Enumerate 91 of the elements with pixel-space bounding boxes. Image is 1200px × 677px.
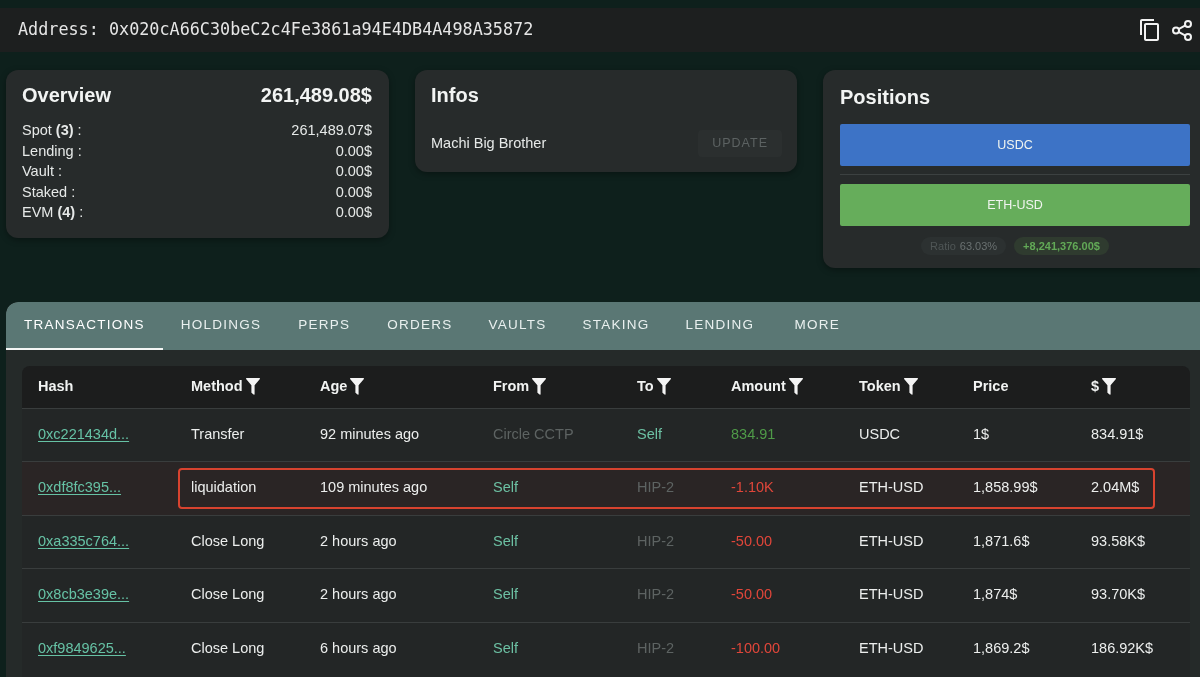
cell-text: 2 hours ago bbox=[320, 532, 397, 549]
amount-text: -1.10K bbox=[731, 479, 774, 496]
overview-title: Overview bbox=[22, 83, 111, 108]
cell-text: 93.58K$ bbox=[1091, 532, 1146, 549]
tab[interactable]: ORDERS bbox=[369, 302, 471, 350]
cell-text: ETH-USD bbox=[859, 479, 924, 496]
cell-text: USDC bbox=[859, 425, 901, 442]
pnl-chip: +8,241,376.00$ bbox=[1014, 237, 1109, 255]
share-icon[interactable] bbox=[1172, 19, 1192, 41]
tab[interactable]: HOLDINGS bbox=[162, 302, 280, 350]
address-text: HIP-2 bbox=[637, 532, 675, 549]
cell-text: 2.04M$ bbox=[1091, 479, 1140, 496]
address-text: Self bbox=[493, 586, 518, 603]
column-header: Token bbox=[859, 376, 901, 396]
cell-text: 1,858.99$ bbox=[973, 479, 1038, 496]
ratio-value: 63.03% bbox=[959, 239, 998, 253]
filter-icon[interactable] bbox=[532, 378, 547, 396]
infos-title: Infos bbox=[431, 83, 480, 108]
cell-text: 1,869.2$ bbox=[973, 640, 1030, 657]
tab[interactable]: PERPS bbox=[279, 302, 370, 350]
cell-text: Close Long bbox=[191, 640, 265, 657]
column-header: Age bbox=[320, 376, 348, 396]
cell-text: 109 minutes ago bbox=[320, 479, 428, 496]
amount-text: 834.91 bbox=[731, 425, 776, 442]
overview-value: 0.00$ bbox=[335, 162, 372, 182]
filter-icon[interactable] bbox=[1102, 378, 1117, 396]
copy-icon[interactable] bbox=[1140, 19, 1159, 41]
cell-text: Close Long bbox=[191, 586, 265, 603]
cell-text: 1,874$ bbox=[973, 586, 1018, 603]
address-text: HIP-2 bbox=[637, 640, 675, 657]
cell-text: ETH-USD bbox=[859, 640, 924, 657]
cell-text: 2 hours ago bbox=[320, 586, 397, 603]
tab[interactable]: STAKING bbox=[564, 302, 668, 350]
amount-text: -50.00 bbox=[731, 586, 773, 603]
column-header: $ bbox=[1091, 376, 1100, 396]
cell-text: 1,871.6$ bbox=[973, 532, 1030, 549]
hash-link[interactable]: 0x8cb3e39e... bbox=[38, 586, 130, 603]
overview-value: 0.00$ bbox=[335, 203, 372, 223]
cell-text: 6 hours ago bbox=[320, 640, 397, 657]
overview-value: 0.00$ bbox=[335, 141, 372, 161]
column-header: To bbox=[637, 376, 654, 396]
cell-text: ETH-USD bbox=[859, 586, 924, 603]
overview-total: 261,489.08$ bbox=[260, 83, 372, 108]
cell-text: 1$ bbox=[973, 425, 990, 442]
positions-title: Positions bbox=[840, 85, 931, 110]
column-header: Price bbox=[973, 376, 1009, 396]
overview-label: Staked : bbox=[22, 182, 76, 202]
tab[interactable]: MORE bbox=[772, 302, 863, 350]
hash-link[interactable]: 0xa335c764... bbox=[38, 532, 130, 549]
address-text: HIP-2 bbox=[637, 479, 675, 496]
cell-text: 92 minutes ago bbox=[320, 425, 420, 442]
cell-text: Transfer bbox=[191, 425, 245, 442]
cell-text: Close Long bbox=[191, 532, 265, 549]
tab[interactable]: VAULTS bbox=[470, 302, 565, 350]
hash-link[interactable]: 0xc221434d... bbox=[38, 425, 130, 442]
cell-text: 834.91$ bbox=[1091, 425, 1144, 442]
filter-icon[interactable] bbox=[350, 378, 365, 396]
address-text: Self bbox=[493, 640, 518, 657]
tab[interactable]: TRANSACTIONS bbox=[6, 302, 163, 350]
cell-text: 186.92K$ bbox=[1091, 640, 1154, 657]
name-text: Machi Big Brother bbox=[431, 133, 547, 153]
tab[interactable]: LENDING bbox=[667, 302, 773, 350]
cell-text: 93.70K$ bbox=[1091, 586, 1146, 603]
address-text: HIP-2 bbox=[637, 586, 675, 603]
address-text: Address: 0x020cA66C30beC2c4Fe3861a94E4DB4A498A35872 bbox=[18, 18, 534, 42]
filter-icon[interactable] bbox=[788, 378, 803, 396]
column-header: Method bbox=[191, 376, 243, 396]
address-text: Self bbox=[637, 425, 662, 442]
overview-value: 261,489.07$ bbox=[291, 121, 372, 140]
hash-link[interactable]: 0xdf8fc395... bbox=[38, 479, 122, 496]
position-bar: USDC bbox=[840, 124, 1190, 166]
hash-link[interactable]: 0xf9849625... bbox=[38, 640, 126, 657]
overview-value: 0.00$ bbox=[335, 182, 372, 202]
amount-text: -50.00 bbox=[731, 532, 773, 549]
position-bar: ETH-USD bbox=[840, 184, 1190, 226]
filter-icon[interactable] bbox=[903, 378, 918, 396]
address-text: Self bbox=[493, 479, 518, 496]
cell-text: ETH-USD bbox=[859, 532, 924, 549]
column-header: From bbox=[493, 376, 530, 396]
address-text: Self bbox=[493, 532, 518, 549]
filter-icon[interactable] bbox=[245, 378, 260, 396]
filter-icon[interactable] bbox=[656, 378, 671, 396]
overview-label: Lending : bbox=[22, 141, 82, 161]
address-text: Circle CCTP bbox=[493, 425, 574, 442]
overview-label: Vault : bbox=[22, 162, 63, 182]
overview-label: EVM (4) : bbox=[22, 203, 84, 223]
amount-text: -100.00 bbox=[731, 640, 781, 657]
cell-text: liquidation bbox=[191, 479, 257, 496]
column-header: Amount bbox=[731, 376, 786, 396]
overview-label: Spot (3) : bbox=[22, 121, 82, 140]
column-header: Hash bbox=[38, 376, 74, 396]
